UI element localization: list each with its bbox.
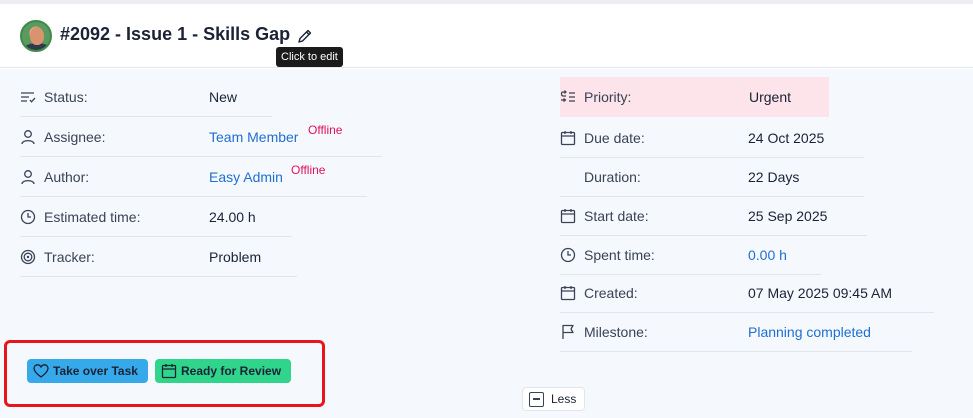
field-due-date: Due date: 24 Oct 2025 [560, 118, 864, 158]
field-value[interactable]: 24 Oct 2025 [748, 130, 824, 146]
calendar-icon [560, 209, 576, 224]
assignee-link[interactable]: Team Member [209, 129, 298, 145]
field-status: Status: New [20, 77, 272, 117]
field-value[interactable]: New [209, 89, 237, 105]
less-label: Less [551, 392, 577, 406]
highlight-box [4, 340, 325, 407]
field-label: Spent time: [584, 246, 655, 263]
field-label: Estimated time: [44, 208, 141, 225]
spent-time-link[interactable]: 0.00 h [748, 247, 787, 263]
presence-badge: Offline [291, 163, 326, 177]
clock-icon [560, 247, 576, 263]
field-label: Created: [584, 284, 638, 301]
field-label: Priority: [584, 89, 632, 105]
field-duration: Duration: 22 Days [560, 157, 864, 197]
field-label: Tracker: [44, 248, 95, 265]
user-icon [21, 130, 35, 145]
field-assignee: Assignee: Team Member Offline [20, 117, 382, 157]
page-title[interactable]: #2092 - Issue 1 - Skills Gap [60, 24, 290, 45]
issue-header: #2092 - Issue 1 - Skills Gap [0, 4, 973, 68]
field-label: Assignee: [44, 128, 106, 145]
calendar-icon [560, 286, 576, 301]
field-milestone: Milestone: Planning completed [560, 312, 912, 352]
field-value: 07 May 2025 09:45 AM [748, 284, 892, 301]
field-value[interactable]: 24.00 h [209, 209, 256, 225]
field-value[interactable]: Urgent [749, 89, 791, 105]
field-start-date: Start date: 25 Sep 2025 [560, 196, 867, 236]
priority-icon [560, 90, 575, 102]
collapse-icon [529, 391, 544, 407]
edit-tooltip: Click to edit [276, 47, 343, 67]
field-created: Created: 07 May 2025 09:45 AM [560, 273, 934, 313]
flag-icon [562, 324, 574, 339]
presence-badge: Offline [308, 123, 343, 137]
field-value[interactable]: Problem [209, 249, 261, 265]
field-label: Milestone: [584, 323, 648, 340]
field-priority: Priority: Urgent [560, 77, 829, 117]
field-label: Start date: [584, 207, 649, 224]
field-spent-time: Spent time: 0.00 h [560, 235, 821, 275]
milestone-link[interactable]: Planning completed [748, 324, 871, 340]
avatar[interactable] [20, 20, 52, 52]
field-label: Duration: [584, 168, 641, 185]
target-icon [20, 249, 36, 265]
calendar-icon [560, 131, 576, 146]
field-author: Author: Easy Admin Offline [20, 157, 367, 197]
field-value[interactable]: 25 Sep 2025 [748, 208, 827, 224]
pencil-icon[interactable] [297, 28, 313, 44]
status-list-icon [21, 92, 36, 103]
field-estimated-time: Estimated time: 24.00 h [20, 197, 292, 237]
user-icon [21, 170, 35, 185]
field-label: Due date: [584, 129, 645, 146]
field-label: Status: [44, 88, 88, 105]
field-tracker: Tracker: Problem [20, 237, 297, 277]
clock-icon [20, 209, 36, 225]
author-link[interactable]: Easy Admin [209, 169, 283, 185]
field-value: 22 Days [748, 168, 800, 185]
less-toggle-button[interactable]: Less [522, 387, 585, 411]
field-label: Author: [44, 168, 90, 185]
